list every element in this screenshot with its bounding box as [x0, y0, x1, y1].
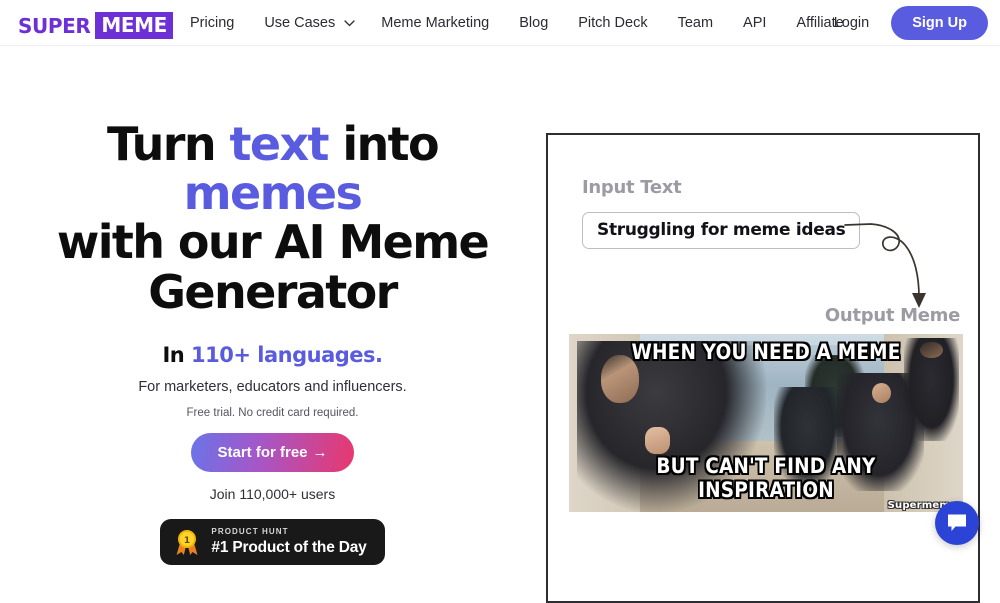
product-hunt-title: #1 Product of the Day: [211, 539, 367, 557]
svg-text:1: 1: [184, 536, 190, 546]
headline-line3: Generator: [148, 264, 398, 319]
logo-text-super: SUPER: [18, 13, 91, 38]
nav-item-api[interactable]: API: [743, 15, 766, 31]
nav-item-pricing[interactable]: Pricing: [190, 15, 234, 31]
nav-item-blog[interactable]: Blog: [519, 15, 548, 31]
nav-item-label: API: [743, 15, 767, 31]
languages-line: In 110+ languages.: [0, 343, 545, 367]
top-navigation-bar: SUPER MEME Pricing Use Cases Meme Market…: [0, 0, 1000, 46]
page-title: Turn text into memes with our AI Meme Ge…: [0, 117, 545, 319]
headline-text-a: Turn: [106, 117, 230, 171]
product-hunt-text: PRODUCT HUNT #1 Product of the Day: [211, 528, 366, 556]
input-text-value: Struggling for meme ideas: [597, 220, 846, 240]
languages-prefix: In: [162, 342, 192, 367]
nav-item-label: Meme Marketing: [381, 15, 490, 31]
product-hunt-kicker: PRODUCT HUNT: [211, 527, 289, 537]
languages-count: 110+ languages.: [191, 342, 383, 367]
nav-item-label: Blog: [519, 15, 549, 31]
login-link[interactable]: Login: [834, 15, 869, 31]
output-meme-image: WHEN YOU NEED A MEME BUT CAN'T FIND ANY …: [569, 334, 963, 512]
sign-up-button[interactable]: Sign Up: [891, 6, 988, 40]
medal-icon: 1: [176, 529, 198, 555]
meme-top-text: WHEN YOU NEED A MEME: [631, 340, 901, 364]
product-hunt-container: 1 PRODUCT HUNT #1 Product of the Day: [0, 518, 545, 565]
product-hunt-badge[interactable]: 1 PRODUCT HUNT #1 Product of the Day: [160, 518, 385, 565]
start-for-free-button[interactable]: Start for free →: [191, 432, 354, 472]
chat-widget-button[interactable]: [935, 501, 979, 545]
logo-text-meme: MEME: [95, 12, 173, 39]
nav-item-pitch-deck[interactable]: Pitch Deck: [578, 15, 647, 31]
arrow-right-icon: →: [312, 443, 328, 461]
site-logo[interactable]: SUPER MEME: [18, 12, 173, 39]
join-users-count: Join 110,000+ users: [209, 485, 336, 502]
output-meme-label: Output Meme: [824, 305, 960, 326]
input-text-field[interactable]: Struggling for meme ideas: [582, 212, 861, 249]
demo-preview-panel: Input Text Struggling for meme ideas Out…: [546, 133, 980, 603]
headline-accent-memes: memes: [183, 166, 363, 221]
nav-item-meme-marketing[interactable]: Meme Marketing: [381, 15, 489, 31]
nav-item-label: Pricing: [190, 15, 235, 31]
nav-item-label: Pitch Deck: [578, 15, 648, 31]
headline-text-b: into: [327, 117, 439, 171]
nav-item-team[interactable]: Team: [678, 15, 713, 31]
nav-links: Pricing Use Cases Meme Marketing Blog Pi…: [190, 0, 874, 46]
cta-container: Start for free →: [0, 432, 545, 472]
hero-section-left: Turn text into memes with our AI Meme Ge…: [0, 117, 545, 565]
chevron-down-icon: [344, 19, 355, 27]
meme-bottom-text: BUT CAN'T FIND ANY INSPIRATION: [656, 454, 876, 502]
headline-line2: with our AI Meme: [56, 215, 490, 270]
free-trial-note: Free trial. No credit card required.: [186, 406, 359, 419]
headline-line1: Turn text into memes: [106, 117, 440, 221]
nav-item-label: Team: [677, 15, 714, 31]
headline-accent-text: text: [229, 117, 329, 171]
nav-actions: Login Sign Up: [834, 0, 988, 46]
chat-bubble-icon: [948, 514, 966, 531]
nav-item-label: Use Cases: [264, 15, 336, 31]
nav-item-use-cases[interactable]: Use Cases: [264, 15, 355, 31]
cta-label: Start for free: [217, 443, 308, 461]
input-text-label: Input Text: [582, 177, 682, 198]
hero-subtitle: For marketers, educators and influencers…: [138, 378, 407, 395]
